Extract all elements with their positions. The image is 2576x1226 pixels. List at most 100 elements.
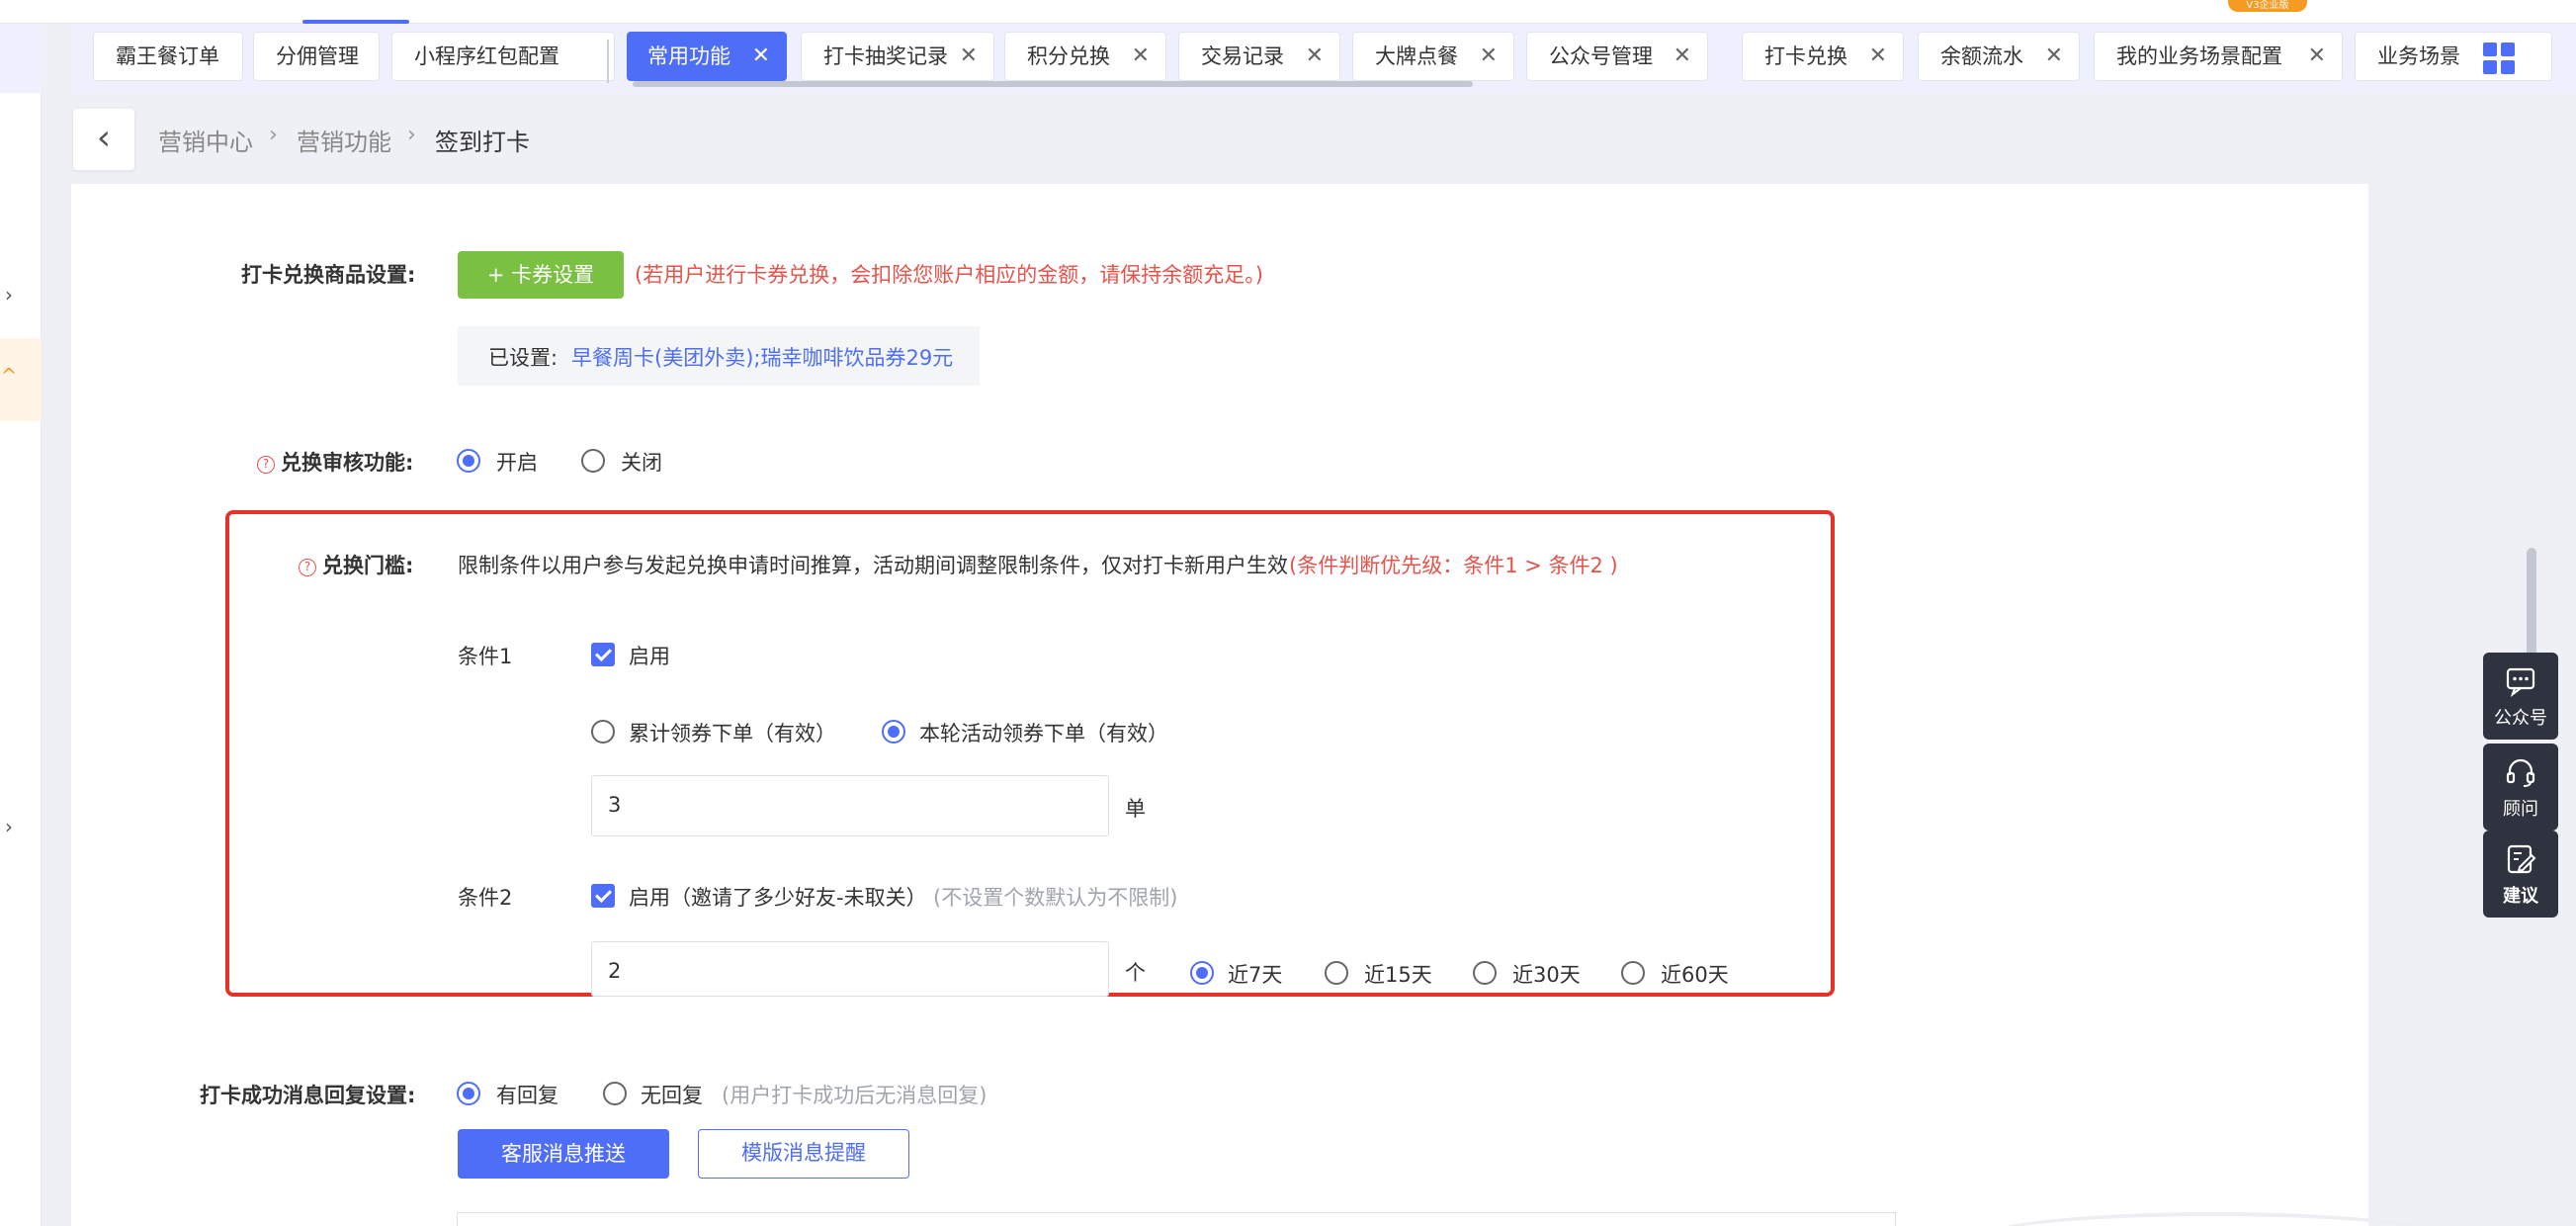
threshold-desc: 限制条件以用户参与发起兑换申请时间推算，活动期间调整限制条件，仅对打卡新用户生效 xyxy=(458,554,1288,577)
breadcrumb-current: 签到打卡 xyxy=(435,129,530,156)
tab-business-scene-config[interactable]: 我的业务场景配置 ✕ xyxy=(2094,32,2343,81)
advisor-float-button[interactable]: 顾问 xyxy=(2483,744,2558,831)
page-scrollbar[interactable] xyxy=(2527,548,2536,657)
tab-brand-ordering[interactable]: 大牌点餐 ✕ xyxy=(1352,32,1514,81)
configured-prefix: 已设置: xyxy=(488,346,558,370)
customer-message-push-button[interactable]: 客服消息推送 xyxy=(458,1129,669,1179)
tab-common-functions[interactable]: 常用功能 ✕ xyxy=(627,32,787,81)
condition2-label: 条件2 xyxy=(458,886,513,910)
condition1-checkbox[interactable] xyxy=(591,643,615,666)
reply-radio-yes[interactable] xyxy=(457,1082,480,1105)
close-icon[interactable]: ✕ xyxy=(1132,33,1150,80)
tab-checkin-lottery-records[interactable]: 打卡抽奖记录 ✕ xyxy=(801,32,994,81)
condition1-label: 条件1 xyxy=(458,645,513,668)
reply-hint: (用户打卡成功后无消息回复) xyxy=(722,1084,987,1107)
chevron-right-icon[interactable]: › xyxy=(0,283,18,306)
official-account-float-button[interactable]: 公众号 xyxy=(2483,653,2558,740)
threshold-label: ? 兑换门槛: xyxy=(299,550,413,579)
tab-points-exchange[interactable]: 积分兑换 ✕ xyxy=(1004,32,1166,81)
help-icon[interactable]: ? xyxy=(257,456,275,474)
template-message-button[interactable]: 模版消息提醒 xyxy=(698,1129,909,1179)
reply-content-editor[interactable] xyxy=(457,1212,1896,1226)
tab-balance-flow[interactable]: 余额流水 ✕ xyxy=(1918,32,2080,81)
coupon-setting-button[interactable]: + 卡券设置 xyxy=(458,251,624,299)
period-radio-30[interactable] xyxy=(1473,961,1497,985)
close-icon[interactable]: ✕ xyxy=(1480,33,1498,80)
float-label: 顾问 xyxy=(2503,799,2538,820)
headset-icon xyxy=(2506,758,2535,787)
cond1-radio-cumulative[interactable] xyxy=(591,720,615,744)
left-sidebar: › ^ › xyxy=(0,24,42,1226)
audit-label: ? 兑换审核功能: xyxy=(257,447,413,477)
tab-commission[interactable]: 分佣管理 xyxy=(253,32,380,81)
audit-radio-off[interactable] xyxy=(581,449,605,473)
cond1-radio-current[interactable] xyxy=(882,720,905,744)
tab-miniapp-redpacket[interactable]: 小程序红包配置 xyxy=(391,32,615,81)
tab-label: 公众号管理 xyxy=(1549,44,1653,68)
tabs-scrollbar[interactable] xyxy=(633,81,1473,87)
threshold-highlight-box xyxy=(225,510,1835,997)
float-label: 公众号 xyxy=(2494,708,2547,729)
period-radio-15[interactable] xyxy=(1325,961,1348,985)
tab-label: 交易记录 xyxy=(1201,44,1284,68)
audit-option-on[interactable]: 开启 xyxy=(496,447,538,477)
cond1-option-cumulative[interactable]: 累计领券下单（有效） xyxy=(629,718,836,747)
condition1-count-input[interactable]: 3 xyxy=(591,775,1109,836)
chevron-left-icon: ‹ xyxy=(96,118,112,158)
close-icon[interactable]: ✕ xyxy=(2045,33,2063,80)
close-icon[interactable]: ✕ xyxy=(1674,33,1691,80)
configured-goods-value[interactable]: 早餐周卡(美团外卖);瑞幸咖啡饮品券29元 xyxy=(571,342,953,372)
breadcrumb-item[interactable]: 营销功能 xyxy=(297,123,391,157)
tab-checkin-exchange[interactable]: 打卡兑换 ✕ xyxy=(1742,32,1904,81)
back-button[interactable]: ‹ xyxy=(73,109,134,170)
period-option-30[interactable]: 近30天 xyxy=(1512,959,1581,989)
condition2-count-input[interactable]: 2 xyxy=(591,941,1109,997)
threshold-label-text: 兑换门槛: xyxy=(322,554,414,577)
chevron-up-icon[interactable]: ^ xyxy=(0,364,18,388)
reply-option-no[interactable]: 无回复 xyxy=(641,1080,703,1109)
period-option-60[interactable]: 近60天 xyxy=(1661,959,1729,989)
threshold-priority: (条件判断优先级：条件1 > 条件2 ) xyxy=(1289,554,1618,577)
tab-business-scene[interactable]: 业务场景 xyxy=(2355,32,2552,81)
chevron-right-icon[interactable]: › xyxy=(0,815,18,838)
goods-setting-label: 打卡兑换商品设置: xyxy=(241,263,416,287)
edit-note-icon xyxy=(2507,844,2536,874)
period-option-7[interactable]: 近7天 xyxy=(1228,959,1282,989)
audit-radio-on[interactable] xyxy=(457,449,480,473)
tab-label: 我的业务场景配置 xyxy=(2116,44,2282,68)
help-icon[interactable]: ? xyxy=(299,559,316,576)
close-icon[interactable]: ✕ xyxy=(1306,33,1324,80)
period-option-15[interactable]: 近15天 xyxy=(1364,959,1432,989)
tab-label: 小程序红包配置 xyxy=(414,44,559,68)
reply-radio-no[interactable] xyxy=(603,1082,627,1105)
close-icon[interactable]: ✕ xyxy=(960,33,978,80)
suggestion-float-button[interactable]: 建议 xyxy=(2483,831,2558,918)
grid-menu-icon[interactable] xyxy=(2483,43,2515,74)
goods-setting-note: (若用户进行卡券兑换，会扣除您账户相应的金额，请保持余额充足。) xyxy=(635,263,1263,287)
float-label: 建议 xyxy=(2503,886,2538,907)
close-icon[interactable]: ✕ xyxy=(752,33,770,80)
breadcrumb-separator: › xyxy=(269,123,278,147)
tab-bawang-orders[interactable]: 霸王餐订单 xyxy=(93,32,243,81)
period-radio-60[interactable] xyxy=(1621,961,1645,985)
close-icon[interactable]: ✕ xyxy=(1869,33,1887,80)
audit-label-text: 兑换审核功能: xyxy=(281,451,414,475)
audit-option-off[interactable]: 关闭 xyxy=(621,447,662,477)
condition2-enable-text[interactable]: 启用（邀请了多少好友-未取关） xyxy=(629,882,927,912)
cond1-option-current[interactable]: 本轮活动领券下单（有效） xyxy=(919,718,1168,747)
condition1-enable-text[interactable]: 启用 xyxy=(629,641,670,670)
tab-label: 分佣管理 xyxy=(276,44,359,68)
reply-option-yes[interactable]: 有回复 xyxy=(496,1080,558,1109)
tab-transactions[interactable]: 交易记录 ✕ xyxy=(1178,32,1340,81)
close-icon[interactable]: ✕ xyxy=(2308,33,2326,80)
edition-badge: V3企业版 xyxy=(2228,0,2307,12)
condition2-unit: 个 xyxy=(1125,961,1146,985)
condition2-checkbox[interactable] xyxy=(591,884,615,908)
tab-label: 业务场景 xyxy=(2377,44,2460,68)
sidebar-selected-band xyxy=(0,24,42,93)
breadcrumb-item[interactable]: 营销中心 xyxy=(158,123,253,157)
tab-label: 余额流水 xyxy=(1940,44,2023,68)
period-radio-7[interactable] xyxy=(1190,961,1214,985)
condition2-hint: (不设置个数默认为不限制) xyxy=(933,886,1178,910)
tab-official-account[interactable]: 公众号管理 ✕ xyxy=(1526,32,1708,81)
